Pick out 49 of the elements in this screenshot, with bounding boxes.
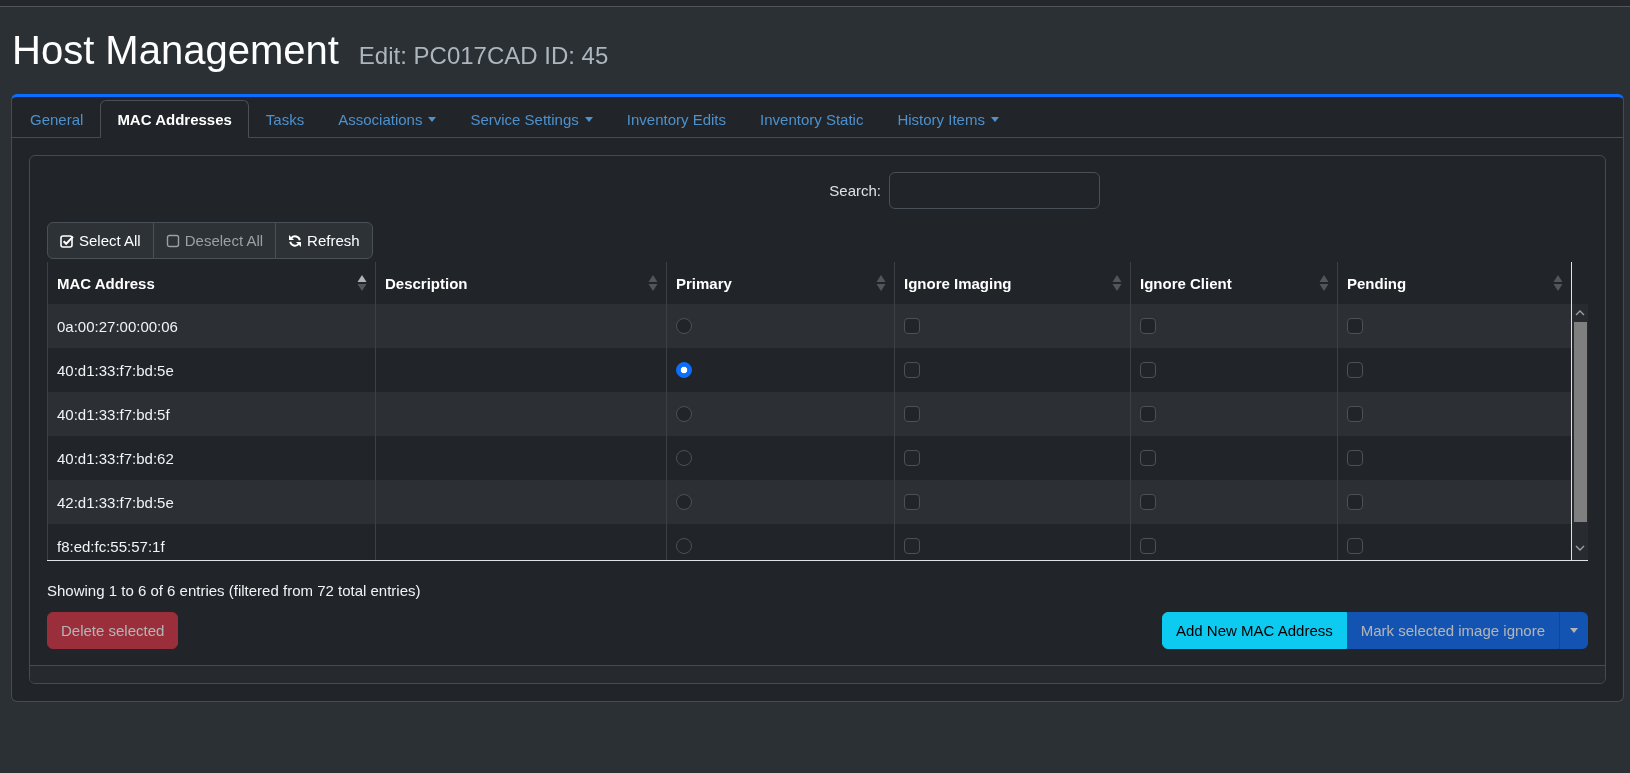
checked-box-icon xyxy=(60,233,74,248)
select-all-button[interactable]: Select All xyxy=(47,222,154,259)
ignore-client-checkbox[interactable] xyxy=(1140,406,1156,422)
pending-checkbox[interactable] xyxy=(1347,318,1363,334)
pending-checkbox[interactable] xyxy=(1347,362,1363,378)
ignore-imaging-checkbox[interactable] xyxy=(904,494,920,510)
tab[interactable]: Service Settings xyxy=(453,100,610,138)
primary-radio[interactable] xyxy=(676,362,692,378)
pending-checkbox[interactable] xyxy=(1347,538,1363,554)
ignore-imaging-checkbox[interactable] xyxy=(904,406,920,422)
ignore-imaging-checkbox[interactable] xyxy=(904,318,920,334)
tab[interactable]: Inventory Edits xyxy=(609,100,744,138)
ignore-imaging-checkbox[interactable] xyxy=(904,450,920,466)
refresh-button[interactable]: Refresh xyxy=(275,222,373,259)
ignore-client-checkbox[interactable] xyxy=(1140,362,1156,378)
ignore-client-checkbox[interactable] xyxy=(1140,494,1156,510)
tab[interactable]: General xyxy=(13,100,101,138)
tab[interactable]: Tasks xyxy=(248,100,322,138)
search-field[interactable] xyxy=(889,172,1100,209)
tab[interactable]: MAC Addresses xyxy=(100,100,249,138)
pending-checkbox[interactable] xyxy=(1347,450,1363,466)
scrollbar[interactable] xyxy=(1572,304,1588,560)
primary-radio[interactable] xyxy=(676,494,692,510)
pending-checkbox[interactable] xyxy=(1347,494,1363,510)
scrollbar-thumb[interactable] xyxy=(1573,322,1587,522)
table-cell: f8:ed:fc:55:57:1f xyxy=(47,524,375,560)
ignore-client-checkbox[interactable] xyxy=(1140,318,1156,334)
primary-radio[interactable] xyxy=(676,450,692,466)
ignore-client-checkbox[interactable] xyxy=(1140,450,1156,466)
search-label: Search: xyxy=(829,182,881,199)
primary-radio[interactable] xyxy=(676,406,692,422)
ignore-client-checkbox[interactable] xyxy=(1140,538,1156,554)
ignore-imaging-checkbox[interactable] xyxy=(904,538,920,554)
tab[interactable]: Associations xyxy=(321,100,454,138)
entries-info: Showing 1 to 6 of 6 entries (filtered from 72 total entries) xyxy=(47,581,422,601)
tab[interactable]: History Items xyxy=(880,100,1016,138)
tab[interactable]: Inventory Static xyxy=(743,100,881,138)
empty-box-icon xyxy=(165,233,180,248)
scroll-up-icon[interactable] xyxy=(1575,310,1585,316)
caret-icon xyxy=(1569,628,1578,633)
pending-checkbox[interactable] xyxy=(1347,406,1363,422)
primary-radio[interactable] xyxy=(676,318,692,334)
scroll-down-icon[interactable] xyxy=(1575,545,1585,551)
page-subtitle: Edit: PC017CAD ID: 45 xyxy=(358,42,609,70)
refresh-icon xyxy=(288,233,303,248)
add-mac-address-button[interactable]: Add New MAC Address xyxy=(1162,612,1347,649)
primary-radio[interactable] xyxy=(676,538,692,554)
ignore-imaging-checkbox[interactable] xyxy=(904,362,920,378)
page-title: Host Management xyxy=(12,27,339,73)
